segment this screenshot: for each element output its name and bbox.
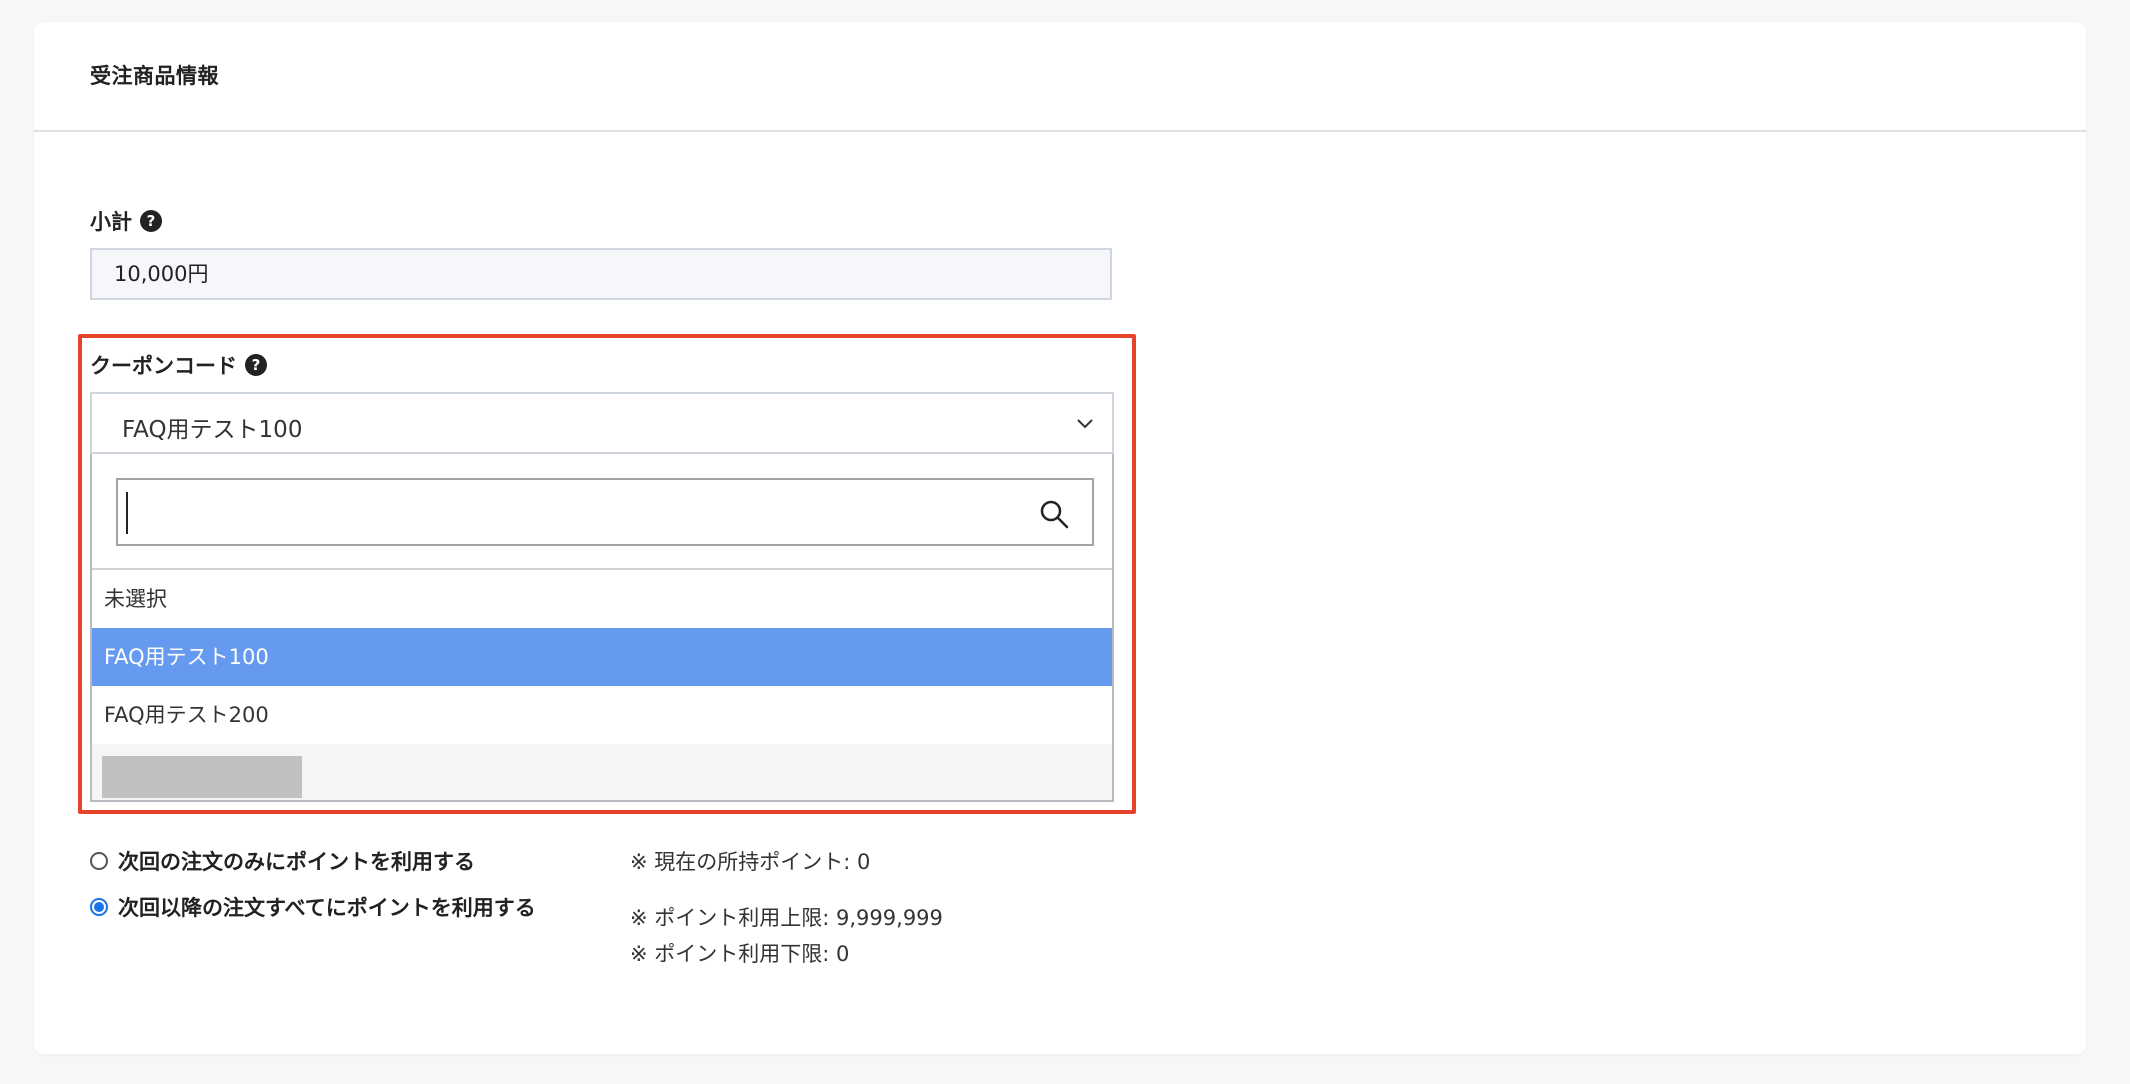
redacted-block [102, 756, 302, 798]
note-points-max: ※ ポイント利用上限: 9,999,999 [630, 906, 943, 930]
coupon-option-redacted[interactable] [92, 744, 1112, 800]
coupon-option-none[interactable]: 未選択 [92, 570, 1112, 628]
note-current-points: ※ 現在の所持ポイント: 0 [630, 850, 871, 874]
subtotal-field: 10,000円 [90, 248, 1112, 300]
coupon-search-input[interactable] [116, 478, 1094, 546]
text-caret [126, 492, 128, 534]
note-points-min: ※ ポイント利用下限: 0 [630, 942, 850, 966]
radio-button[interactable] [90, 852, 108, 870]
radio-all-future-orders-label: 次回以降の注文すべてにポイントを利用する [118, 896, 536, 920]
radio-all-future-orders[interactable]: 次回以降の注文すべてにポイントを利用する [90, 892, 536, 922]
dropdown-search-area [92, 454, 1112, 570]
question-circle-icon[interactable]: ? [140, 210, 162, 232]
coupon-dropdown-panel: 未選択 FAQ用テスト100 FAQ用テスト200 [90, 454, 1114, 802]
radio-button-checked[interactable] [90, 898, 108, 916]
radio-next-order-only[interactable]: 次回の注文のみにポイントを利用する [90, 846, 475, 876]
card-header: 受注商品情報 [34, 22, 2086, 132]
card-title: 受注商品情報 [90, 64, 219, 88]
question-circle-icon[interactable]: ? [245, 354, 267, 376]
coupon-selected-value: FAQ用テスト100 [122, 417, 303, 443]
subtotal-label: 小計 [90, 210, 132, 234]
coupon-label: クーポンコード [90, 354, 237, 378]
radio-next-order-only-label: 次回の注文のみにポイントを利用する [118, 850, 475, 874]
coupon-option-faq100[interactable]: FAQ用テスト100 [92, 628, 1112, 686]
coupon-option-faq200[interactable]: FAQ用テスト200 [92, 686, 1112, 744]
chevron-down-icon [1077, 419, 1093, 429]
coupon-label-group: クーポンコード ? [90, 350, 267, 380]
search-icon[interactable] [1038, 498, 1070, 530]
subtotal-label-group: 小計 ? [90, 206, 162, 236]
coupon-select[interactable]: FAQ用テスト100 [90, 392, 1114, 454]
